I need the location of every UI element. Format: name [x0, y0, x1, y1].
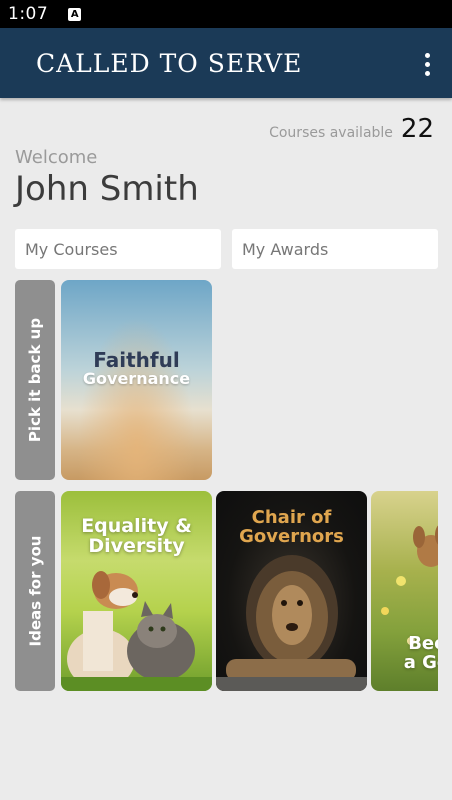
welcome-label: Welcome: [15, 147, 98, 168]
app-bar: CALLED TO SERVE: [0, 28, 452, 98]
course-card-partial[interactable]: Bec a Go: [371, 491, 438, 691]
course-card-title-line2: Governance: [82, 369, 191, 388]
notification-icon: A: [68, 7, 82, 21]
courses-available-count: 22: [400, 114, 434, 144]
dog-and-cat-illustration: [61, 571, 212, 691]
lion-illustration: [216, 555, 367, 691]
status-bar: 1:07 A: [0, 0, 452, 28]
status-time: 1:07: [8, 4, 49, 24]
row-label-ideas-for-you: Ideas for you: [15, 491, 55, 691]
row-label-pick-it-back-up: Pick it back up: [15, 280, 55, 480]
row-label-text: Pick it back up: [26, 317, 44, 443]
my-awards-label: My Awards: [242, 239, 329, 259]
my-awards-button[interactable]: My Awards: [232, 229, 438, 269]
more-vert-icon[interactable]: [416, 50, 438, 78]
app-title: CALLED TO SERVE: [36, 48, 303, 78]
ideas-carousel[interactable]: Equality & Diversity Chair of Governors: [60, 491, 438, 691]
course-card-title: Faithful Governance: [61, 350, 212, 388]
user-name: John Smith: [15, 169, 199, 209]
courses-available: Courses available 22: [269, 114, 434, 144]
course-card-title: Bec a Go: [371, 634, 438, 673]
course-card-title-line2: a Go: [403, 651, 438, 673]
courses-available-label: Courses available: [269, 125, 393, 141]
course-card-faithful-governance[interactable]: Faithful Governance: [61, 280, 212, 480]
course-card-equality-diversity[interactable]: Equality & Diversity: [61, 491, 212, 691]
row-label-text: Ideas for you: [26, 535, 45, 647]
course-card-title-line1: Faithful: [93, 348, 180, 372]
course-card-chair-of-governors[interactable]: Chair of Governors: [216, 491, 367, 691]
my-courses-label: My Courses: [25, 239, 118, 259]
my-courses-button[interactable]: My Courses: [15, 229, 221, 269]
